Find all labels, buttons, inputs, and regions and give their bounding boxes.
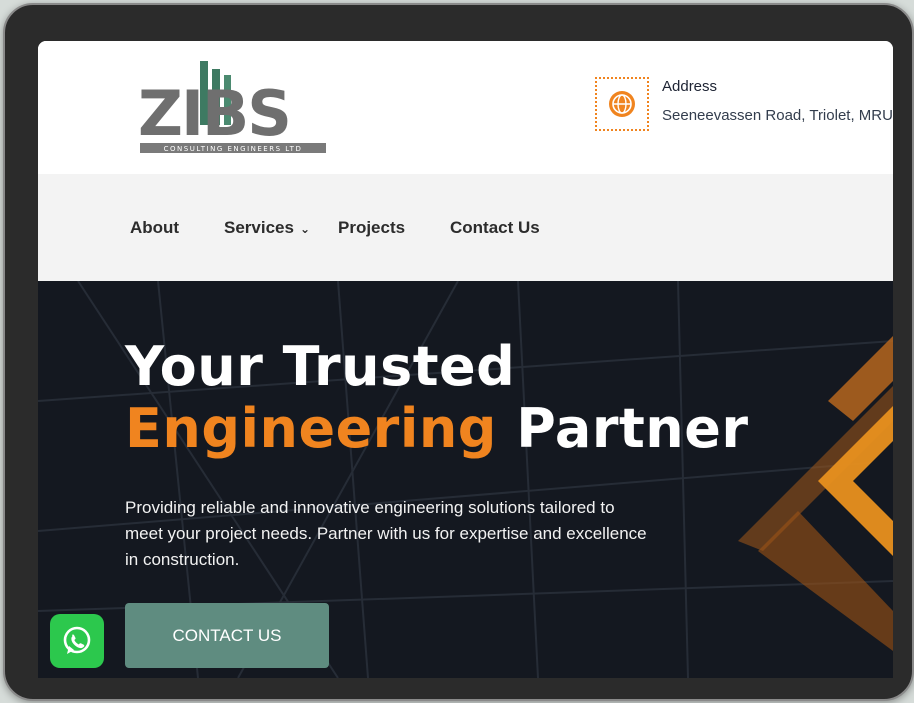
logo-subtitle: CONSULTING ENGINEERS LTD xyxy=(164,145,303,153)
address-label: Address xyxy=(662,78,718,95)
tablet-frame: ZIBS CONSULTING ENGINEERS LTD Address Se… xyxy=(3,3,914,701)
globe-icon xyxy=(609,91,635,117)
hero-heading: Your Trusted Engineering Partner xyxy=(125,336,748,460)
nav-item-services[interactable]: Services ⌄ xyxy=(224,218,310,238)
address-value: Seeneevassen Road, Triolet, MRU xyxy=(662,107,893,124)
chevron-down-icon: ⌄ xyxy=(299,222,311,236)
company-logo[interactable]: ZIBS CONSULTING ENGINEERS LTD xyxy=(138,55,338,159)
whatsapp-icon xyxy=(63,626,91,654)
address-icon-frame xyxy=(595,77,649,131)
whatsapp-button[interactable] xyxy=(50,614,104,668)
hero-heading-line2: Engineering Partner xyxy=(125,398,748,460)
main-navigation: About Services ⌄ Projects Contact Us xyxy=(38,174,893,281)
logo-text: ZIBS xyxy=(138,77,290,150)
browser-viewport: ZIBS CONSULTING ENGINEERS LTD Address Se… xyxy=(38,41,893,678)
nav-item-about[interactable]: About xyxy=(130,218,179,238)
hero-description: Providing reliable and innovative engine… xyxy=(125,498,647,569)
hero-section: Your Trusted Engineering Partner Providi… xyxy=(38,281,893,678)
site-header: ZIBS CONSULTING ENGINEERS LTD Address Se… xyxy=(38,41,893,174)
contact-us-button[interactable]: CONTACT US xyxy=(125,603,329,668)
nav-item-contact[interactable]: Contact Us xyxy=(450,218,540,238)
nav-item-services-label: Services xyxy=(224,218,294,237)
hero-heading-rest: Partner xyxy=(516,397,749,460)
nav-item-projects[interactable]: Projects xyxy=(338,218,405,238)
orange-chevron-decoration xyxy=(738,336,893,651)
hero-heading-line1: Your Trusted xyxy=(125,335,516,398)
hero-heading-accent: Engineering xyxy=(125,397,497,460)
